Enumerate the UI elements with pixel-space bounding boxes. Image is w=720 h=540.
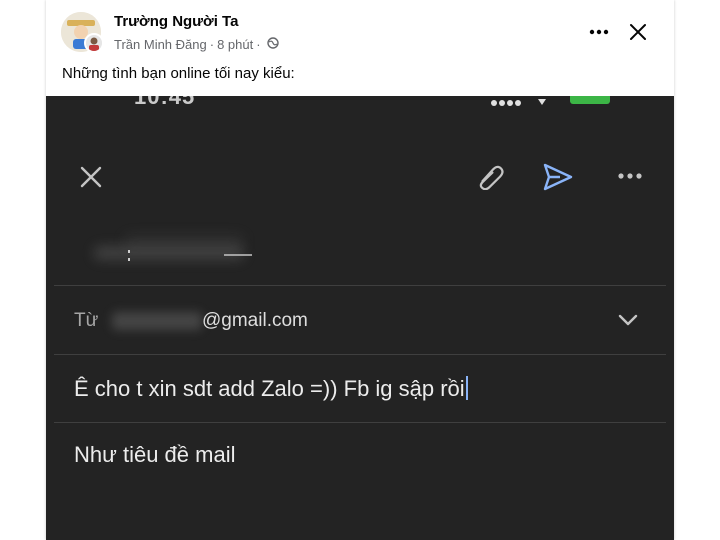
compose-more-button[interactable] [616, 168, 644, 184]
recipient-field-redacted[interactable] [94, 236, 294, 272]
globe-icon [266, 37, 279, 52]
subject-value: Ê cho t xin sdt add Zalo =)) Fb ig sập r… [74, 376, 465, 401]
page-name-link[interactable]: Trường Người Ta [114, 13, 238, 30]
attach-button[interactable] [474, 164, 506, 191]
meta-separator: · [209, 37, 215, 52]
redaction-blur [124, 236, 244, 246]
status-bar-time: 10:45 [134, 96, 196, 109]
from-label: Từ [74, 310, 99, 331]
post-meta: Trần Minh Đăng · 8 phút · [114, 37, 279, 52]
more-horizontal-icon [589, 29, 609, 35]
post-timestamp[interactable]: 8 phút [217, 37, 253, 52]
text-cursor [465, 376, 468, 400]
redaction-blur [94, 246, 244, 260]
redaction-mark [128, 258, 130, 261]
discard-button[interactable] [78, 164, 104, 190]
meta-separator-2: · [256, 37, 261, 52]
send-button[interactable] [542, 162, 574, 192]
signal-icon [490, 96, 550, 114]
send-icon [543, 163, 573, 191]
from-redaction-blur [112, 312, 202, 330]
author-avatar[interactable] [84, 33, 104, 53]
post-more-button[interactable] [586, 19, 612, 45]
author-name-link[interactable]: Trần Minh Đăng [114, 37, 207, 52]
battery-icon [570, 96, 610, 104]
paperclip-icon [479, 165, 504, 191]
redaction-mark [224, 254, 252, 256]
subject-text-wrapper: Ê cho t xin sdt add Zalo =)) Fb ig sập r… [74, 376, 468, 402]
chevron-down-icon[interactable] [616, 312, 640, 328]
divider [54, 422, 666, 423]
post-image-email-compose[interactable]: 10:45 Từ @gmail.com Ê cho t xin sdt add … [46, 96, 674, 540]
from-email-value: @gmail.com [202, 310, 308, 331]
close-icon [80, 166, 102, 188]
post-caption: Những tình bạn online tối nay kiểu: [62, 65, 295, 82]
more-horizontal-icon [618, 173, 642, 179]
subject-field[interactable]: Ê cho t xin sdt add Zalo =)) Fb ig sập r… [46, 354, 674, 422]
body-field[interactable]: Như tiêu đề mail [74, 442, 235, 468]
from-field[interactable]: Từ @gmail.com [46, 286, 674, 354]
post-close-button[interactable] [624, 18, 652, 46]
redaction-mark [128, 250, 130, 253]
close-icon [630, 24, 646, 40]
